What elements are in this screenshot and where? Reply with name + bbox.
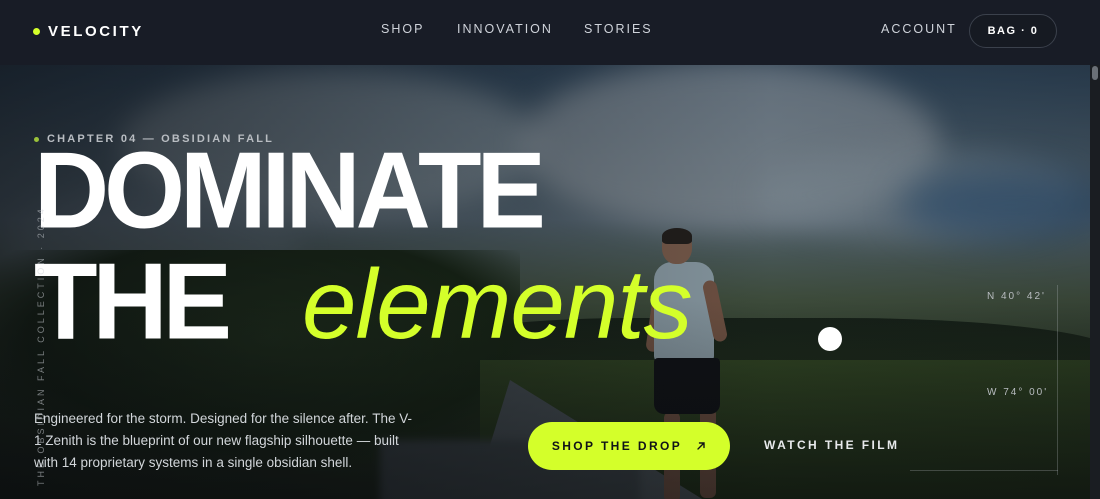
coordinate-north: N 40° 42' [987,291,1046,302]
hero-description: Engineered for the storm. Designed for t… [34,411,412,470]
logo-dot-icon [33,27,40,35]
shop-the-drop-button[interactable]: SHOP THE DROP [528,422,730,470]
nav-link-shop[interactable]: SHOP [381,22,424,42]
account-link[interactable]: ACCOUNT [881,22,957,36]
cta-label: SHOP THE DROP [551,439,683,453]
site-header: VELOCITY SHOP INNOVATION STORIES ACCOUNT… [0,0,1100,65]
headline-period-dot [818,327,842,351]
scrollbar-thumb[interactable] [1092,66,1098,80]
scrollbar-track[interactable] [1090,65,1100,499]
nav-link-innovation[interactable]: INNOVATION [457,22,553,42]
arrow-up-right-icon [697,442,705,450]
coordinate-west: W 74° 00' [987,387,1049,398]
nav-link-stories[interactable]: STORIES [584,22,653,42]
coordinate-divider [1057,285,1058,475]
headline-line-1: DOMINATE [34,130,546,252]
logo-text: VELOCITY [48,22,144,40]
watch-the-film-link[interactable]: WATCH THE FILM [764,438,899,452]
coordinate-baseline [910,470,1058,471]
bag-button[interactable]: BAG · 0 [969,14,1057,48]
brand-logo[interactable]: VELOCITY [33,20,144,42]
headline-accent: elements [302,249,693,359]
headline-line-2: THE [34,241,232,363]
